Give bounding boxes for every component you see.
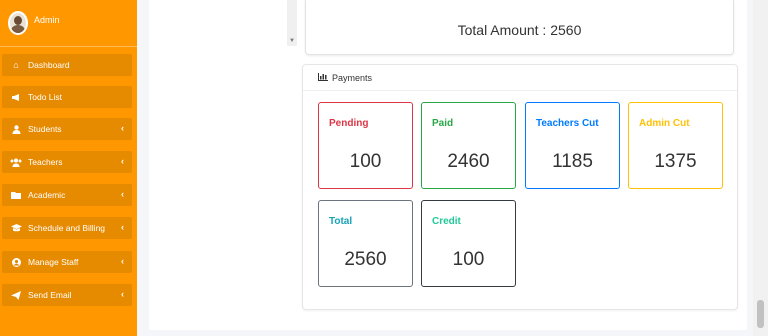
total-amount-card: Total Amount : 2560 bbox=[305, 0, 734, 55]
chevron-left-icon: ‹ bbox=[121, 123, 124, 133]
folder-icon bbox=[10, 191, 22, 199]
graduation-cap-icon bbox=[10, 224, 22, 232]
stat-value: 2460 bbox=[447, 151, 490, 172]
inner-scrollbar[interactable]: ▼ bbox=[287, 0, 297, 46]
chevron-left-icon: ‹ bbox=[121, 189, 124, 199]
sidebar-item-label: Todo List bbox=[28, 92, 63, 102]
paper-plane-icon bbox=[10, 290, 22, 300]
scroll-down-icon[interactable]: ▼ bbox=[289, 38, 295, 44]
stat-label: Admin Cut bbox=[639, 118, 690, 129]
stat-box-admin-cut: Admin Cut 1375 bbox=[628, 102, 723, 189]
stat-value: 2560 bbox=[344, 249, 387, 270]
megaphone-icon bbox=[10, 93, 22, 102]
stat-label: Credit bbox=[432, 216, 461, 227]
payments-header: Payments bbox=[303, 65, 737, 91]
sidebar: Admin ⌂ Dashboard Todo List Students ‹ T… bbox=[0, 0, 137, 336]
sidebar-item-todo-list[interactable]: Todo List bbox=[2, 86, 132, 108]
payments-card: Payments Pending 100 Paid 2460 Teachers … bbox=[302, 64, 738, 310]
user-icon bbox=[10, 124, 22, 134]
stat-label: Paid bbox=[432, 118, 454, 129]
sidebar-item-label: Dashboard bbox=[28, 60, 70, 70]
sidebar-item-label: Send Email bbox=[28, 290, 72, 300]
stat-label: Total bbox=[329, 216, 353, 227]
sidebar-item-manage-staff[interactable]: Manage Staff ‹ bbox=[2, 251, 132, 273]
page-scrollbar[interactable] bbox=[753, 0, 768, 336]
stat-value: 100 bbox=[349, 151, 382, 172]
user-circle-icon bbox=[10, 257, 22, 267]
sidebar-item-send-email[interactable]: Send Email ‹ bbox=[2, 284, 132, 306]
sidebar-item-label: Teachers bbox=[28, 157, 63, 167]
chevron-left-icon: ‹ bbox=[121, 256, 124, 266]
chevron-left-icon: ‹ bbox=[121, 156, 124, 166]
avatar[interactable] bbox=[8, 11, 28, 35]
sidebar-item-schedule-and-billing[interactable]: Schedule and Billing ‹ bbox=[2, 217, 132, 239]
sidebar-item-teachers[interactable]: Teachers ‹ bbox=[2, 151, 132, 173]
sidebar-item-label: Students bbox=[28, 124, 62, 134]
stat-label: Pending bbox=[329, 118, 369, 129]
stat-box-teachers-cut: Teachers Cut 1185 bbox=[525, 102, 620, 189]
stat-box-credit: Credit 100 bbox=[421, 200, 516, 287]
user-panel[interactable]: Admin bbox=[0, 0, 137, 46]
stat-value: 1185 bbox=[552, 151, 593, 172]
total-amount-text: Total Amount : 2560 bbox=[457, 22, 582, 38]
sidebar-item-label: Academic bbox=[28, 190, 66, 200]
sidebar-item-label: Schedule and Billing bbox=[28, 223, 106, 233]
payments-title: Payments bbox=[332, 72, 373, 83]
stat-box-pending: Pending 100 bbox=[318, 102, 413, 189]
sidebar-item-dashboard[interactable]: ⌂ Dashboard bbox=[2, 54, 132, 76]
sidebar-item-students[interactable]: Students ‹ bbox=[2, 118, 132, 140]
stat-box-total: Total 2560 bbox=[318, 200, 413, 287]
sidebar-item-academic[interactable]: Academic ‹ bbox=[2, 184, 132, 206]
users-icon bbox=[10, 158, 22, 167]
scrollbar-thumb[interactable] bbox=[757, 300, 764, 328]
chevron-left-icon: ‹ bbox=[121, 222, 124, 232]
bar-chart-icon bbox=[318, 72, 328, 83]
stat-box-paid: Paid 2460 bbox=[421, 102, 516, 189]
user-name[interactable]: Admin bbox=[34, 15, 60, 25]
stat-value: 100 bbox=[452, 249, 485, 270]
sidebar-item-label: Manage Staff bbox=[28, 257, 79, 267]
home-icon: ⌂ bbox=[13, 60, 19, 70]
stat-label: Teachers Cut bbox=[536, 118, 599, 129]
chevron-left-icon: ‹ bbox=[121, 289, 124, 299]
divider bbox=[0, 46, 137, 47]
stat-value: 1375 bbox=[654, 151, 697, 172]
